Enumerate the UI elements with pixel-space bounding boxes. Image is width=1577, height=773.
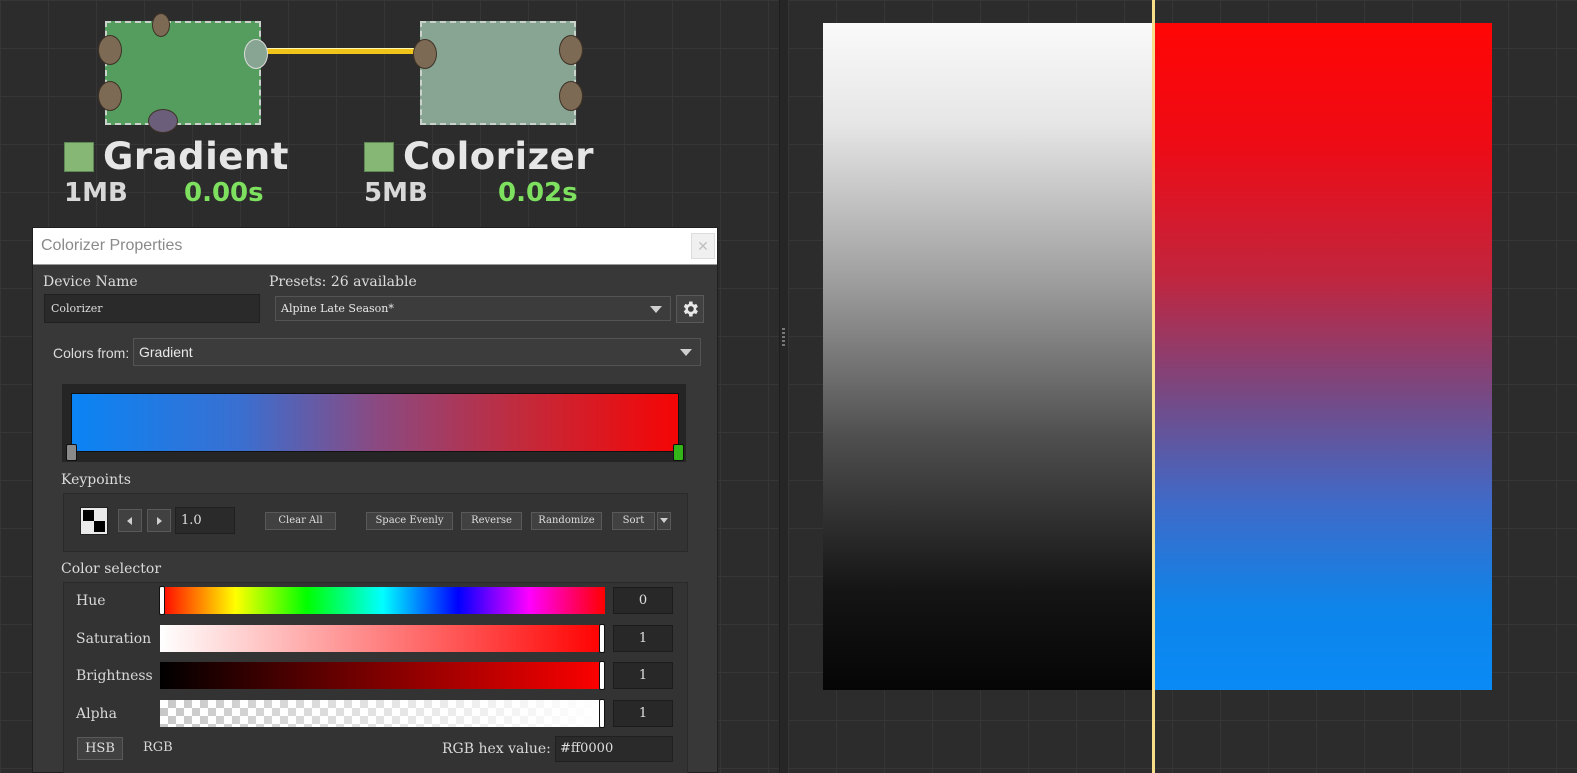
hue-slider[interactable] <box>159 586 605 615</box>
node-time: 0.00s <box>184 178 264 208</box>
alpha-slider-thumb[interactable] <box>599 699 605 728</box>
input-port[interactable] <box>152 13 170 37</box>
panel-title: Colorizer Properties <box>41 237 183 254</box>
keypoint-position-input[interactable]: 1.0 <box>175 507 235 534</box>
alpha-value[interactable]: 1 <box>613 700 673 727</box>
output-port[interactable] <box>559 81 583 111</box>
colors-from-value: Gradient <box>139 344 193 360</box>
node-color-swatch <box>364 142 394 172</box>
brightness-label: Brightness <box>76 668 153 684</box>
chevron-down-icon <box>660 518 668 523</box>
node-memory: 1MB <box>64 178 128 208</box>
brightness-value[interactable]: 1 <box>613 662 673 689</box>
input-port[interactable] <box>98 81 122 111</box>
keypoints-label: Keypoints <box>61 472 131 488</box>
output-port[interactable] <box>244 39 268 69</box>
saturation-label: Saturation <box>76 631 152 647</box>
colorizer-preview-image <box>1154 23 1492 690</box>
color-selector-label: Color selector <box>61 561 162 577</box>
input-port[interactable] <box>98 35 122 65</box>
rgb-hex-label: RGB hex value: <box>442 741 551 757</box>
hue-value[interactable]: 0 <box>613 587 673 614</box>
alpha-slider[interactable] <box>160 699 605 728</box>
space-evenly-button[interactable]: Space Evenly <box>366 512 453 530</box>
panel-header: Colorizer Properties ✕ <box>33 228 717 265</box>
presets-dropdown[interactable]: Alpine Late Season* <box>275 296 671 321</box>
prev-keypoint-button[interactable] <box>118 509 142 532</box>
alpha-label: Alpha <box>76 706 117 722</box>
node-time: 0.02s <box>498 178 578 208</box>
next-keypoint-button[interactable] <box>147 509 171 532</box>
node-memory: 5MB <box>364 178 428 208</box>
colorizer-properties-panel: Colorizer Properties ✕ Device Name Color… <box>32 227 718 773</box>
sort-button[interactable]: Sort <box>612 512 655 530</box>
colors-from-label: Colors from: <box>53 345 130 361</box>
node-color-swatch <box>64 142 94 172</box>
clear-all-button[interactable]: Clear All <box>265 512 336 530</box>
node-title: Gradient <box>103 135 289 178</box>
preset-selected: Alpine Late Season* <box>281 302 394 315</box>
colors-from-dropdown[interactable]: Gradient <box>133 338 701 366</box>
input-port[interactable] <box>413 39 437 69</box>
node-title: Colorizer <box>403 135 594 178</box>
input-port[interactable] <box>148 109 178 133</box>
hue-label: Hue <box>76 593 106 609</box>
randomize-button[interactable]: Randomize <box>531 512 602 530</box>
triangle-right-icon <box>157 517 162 525</box>
saturation-slider-thumb[interactable] <box>599 624 605 653</box>
close-button[interactable]: ✕ <box>691 233 715 259</box>
gradient-node[interactable] <box>98 13 268 133</box>
splitter-grip-icon[interactable] <box>782 328 785 346</box>
saturation-slider[interactable] <box>160 624 605 653</box>
chevron-down-icon <box>680 349 692 356</box>
gradient-preview-image <box>823 23 1152 690</box>
presets-label: Presets: 26 available <box>269 274 417 290</box>
compare-split-line[interactable] <box>1152 0 1155 773</box>
colorizer-node[interactable] <box>413 21 583 125</box>
hue-slider-thumb[interactable] <box>159 586 165 615</box>
gradient-keypoint-selected[interactable] <box>673 444 684 461</box>
sort-options-button[interactable] <box>657 512 671 530</box>
output-port[interactable] <box>559 35 583 65</box>
gradient-keypoint[interactable] <box>66 444 77 461</box>
rgb-hex-input[interactable]: #ff0000 <box>555 736 673 762</box>
saturation-value[interactable]: 1 <box>613 625 673 652</box>
reverse-button[interactable]: Reverse <box>461 512 522 530</box>
alpha-slider-fill <box>160 700 605 727</box>
gradient-bar[interactable] <box>71 393 679 452</box>
device-name-label: Device Name <box>43 274 138 290</box>
rgb-mode-button[interactable]: RGB <box>143 740 173 755</box>
hsb-mode-button[interactable]: HSB <box>77 737 123 760</box>
node-graph[interactable]: Gradient 1MB 0.00s Colorizer 5MB 0.02s C… <box>0 0 779 773</box>
chevron-down-icon <box>650 305 662 313</box>
presets-settings-button[interactable] <box>676 295 704 323</box>
preview-viewport[interactable] <box>788 0 1577 773</box>
brightness-slider[interactable] <box>160 661 605 690</box>
keypoint-color-swatch[interactable] <box>80 507 108 535</box>
gear-icon <box>683 301 698 317</box>
close-icon: ✕ <box>697 238 709 254</box>
device-name-input[interactable]: Colorizer <box>44 294 260 323</box>
brightness-slider-thumb[interactable] <box>599 661 605 690</box>
connection-wire[interactable] <box>262 48 420 54</box>
triangle-left-icon <box>127 517 132 525</box>
